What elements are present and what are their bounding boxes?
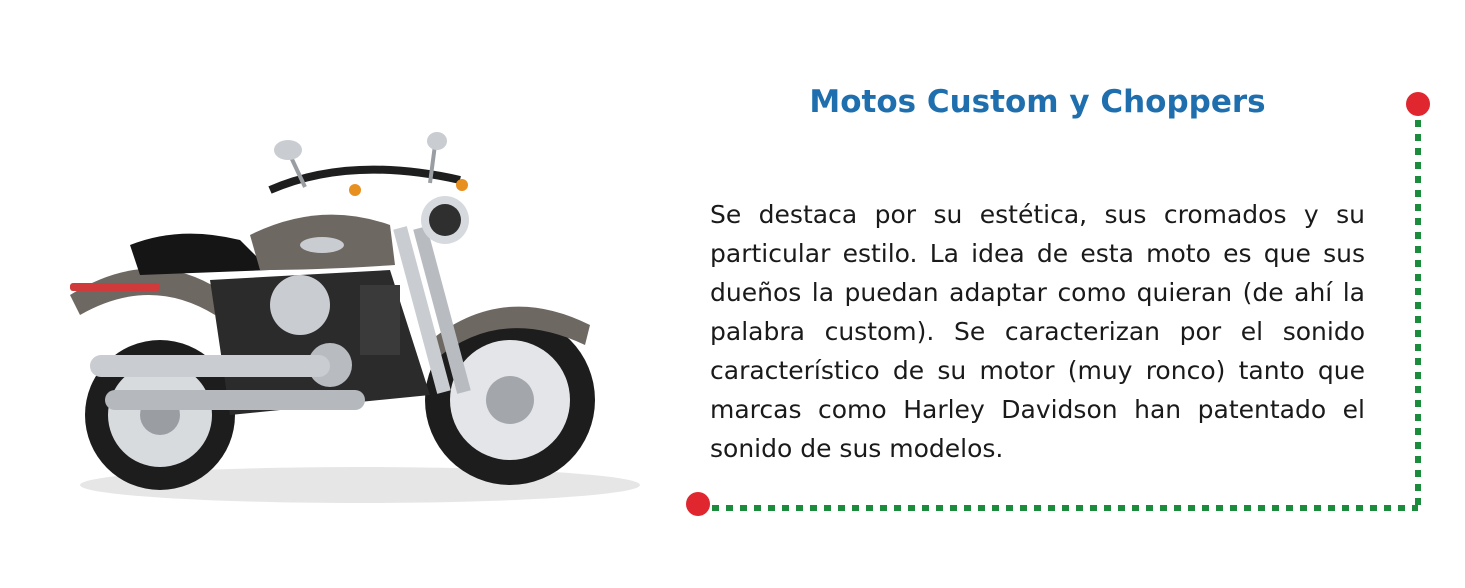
red-dot-bottom-icon <box>686 492 710 516</box>
motorcycle-image <box>30 95 650 520</box>
red-dot-top-icon <box>1406 92 1430 116</box>
section-description: Se destaca por su estética, sus cromados… <box>710 200 1365 463</box>
section-title: Motos Custom y Choppers <box>809 84 1266 120</box>
